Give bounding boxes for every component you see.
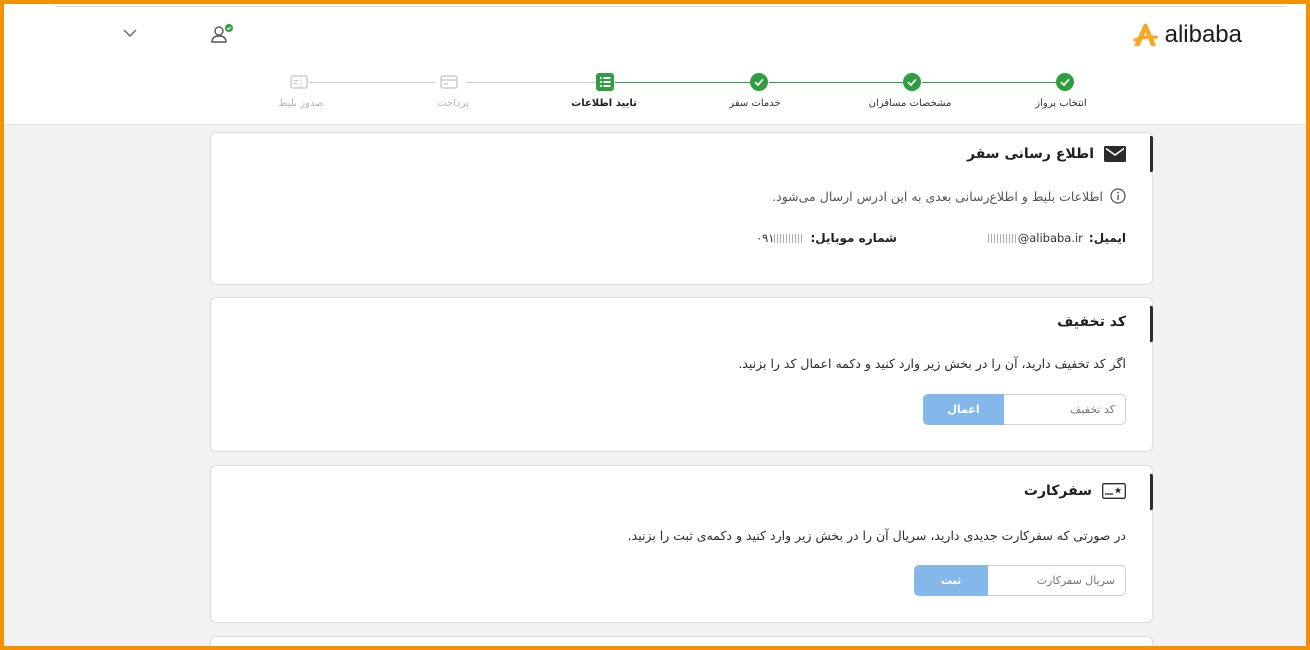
card-header: سفرکارت [1024, 483, 1126, 499]
card-title: سفرکارت [1023, 483, 1092, 499]
mobile-prefix: ۰۹۱ [755, 231, 775, 245]
chevron-down-icon[interactable] [122, 27, 138, 39]
safarcard-serial-input[interactable] [988, 565, 1126, 596]
credit-card-icon [440, 75, 458, 89]
safarcard-card: سفرکارت در صورتی که سفرکارت جدیدی دارید،… [210, 465, 1153, 623]
safarcard-description: در صورتی که سفرکارت جدیدی دارید، سریال آ… [627, 528, 1126, 543]
info-icon [1110, 188, 1126, 204]
site-header: alibaba انتخاب پرواز مشخصات مسافران خدما… [4, 7, 1306, 125]
mobile-row: شماره موبایل: ۰۹۱ [756, 231, 897, 245]
alibaba-logo-icon [1132, 24, 1158, 46]
step-connector [922, 82, 1056, 83]
safarcard-form: ثبت [914, 565, 1126, 596]
discount-code-card: کد تخفیف اگر کد تخفیف دارید، آن را در بخ… [210, 297, 1153, 452]
email-label: ایمیل: [1088, 231, 1126, 245]
email-value: @alibaba.ir [987, 231, 1083, 245]
notification-info: اطلاعات بلیط و اطلاع‌رسانی بعدی به این ا… [772, 188, 1126, 204]
step-label: خدمات سفر [729, 98, 781, 109]
masked-text [774, 234, 805, 243]
card-header: اطلاع رسانی سفر [967, 146, 1126, 162]
check-circle-icon [750, 73, 768, 91]
check-circle-icon [1056, 73, 1074, 91]
email-row: ایمیل: @alibaba.ir [987, 231, 1126, 245]
card-title: کد تخفیف [1057, 314, 1126, 330]
apply-discount-button[interactable]: اعمال [923, 394, 1004, 425]
card-header: کد تخفیف [1057, 314, 1126, 330]
step-label: تایید اطلاعات [571, 98, 637, 109]
main-content: اطلاع رسانی سفر اطلاعات بلیط و اطلاع‌رسا… [4, 125, 1306, 646]
submit-safarcard-button[interactable]: ثبت [914, 565, 988, 596]
discount-description: اگر کد تخفیف دارید، آن را در بخش زیر وار… [738, 356, 1126, 371]
step-label: پرداخت [437, 98, 469, 109]
gift-card-icon [1102, 483, 1126, 499]
card-title: اطلاع رسانی سفر [967, 146, 1094, 162]
ticket-icon [290, 75, 308, 89]
next-section-card [210, 636, 1153, 646]
info-text: اطلاعات بلیط و اطلاع‌رسانی بعدی به این ا… [772, 188, 1103, 204]
step-connector [466, 82, 596, 83]
card-accent [1150, 136, 1153, 172]
step-label: انتخاب پرواز [1035, 98, 1087, 109]
step-label: مشخصات مسافران [868, 98, 952, 109]
user-verified-icon[interactable] [209, 23, 235, 45]
card-accent [1150, 306, 1153, 342]
discount-code-input[interactable] [1004, 394, 1126, 425]
brand-name: alibaba [1164, 21, 1242, 48]
booking-stepper: انتخاب پرواز مشخصات مسافران خدمات سفر تا… [4, 72, 1306, 122]
alibaba-logo[interactable]: alibaba [1131, 21, 1242, 49]
mobile-label: شماره موبایل: [810, 231, 897, 245]
mobile-value: ۰۹۱ [756, 231, 805, 245]
masked-text [987, 234, 1018, 243]
trip-notification-card: اطلاع رسانی سفر اطلاعات بلیط و اطلاع‌رسا… [210, 132, 1153, 285]
check-circle-icon [903, 73, 921, 91]
envelope-icon [1104, 146, 1126, 162]
step-connector [615, 82, 750, 83]
step-connector [769, 82, 903, 83]
discount-form: اعمال [923, 394, 1126, 425]
card-accent [1150, 474, 1153, 510]
list-icon [596, 73, 614, 91]
step-label: صدور بلیط [278, 98, 324, 109]
email-domain: @alibaba.ir [1017, 231, 1083, 245]
step-connector [309, 82, 435, 83]
